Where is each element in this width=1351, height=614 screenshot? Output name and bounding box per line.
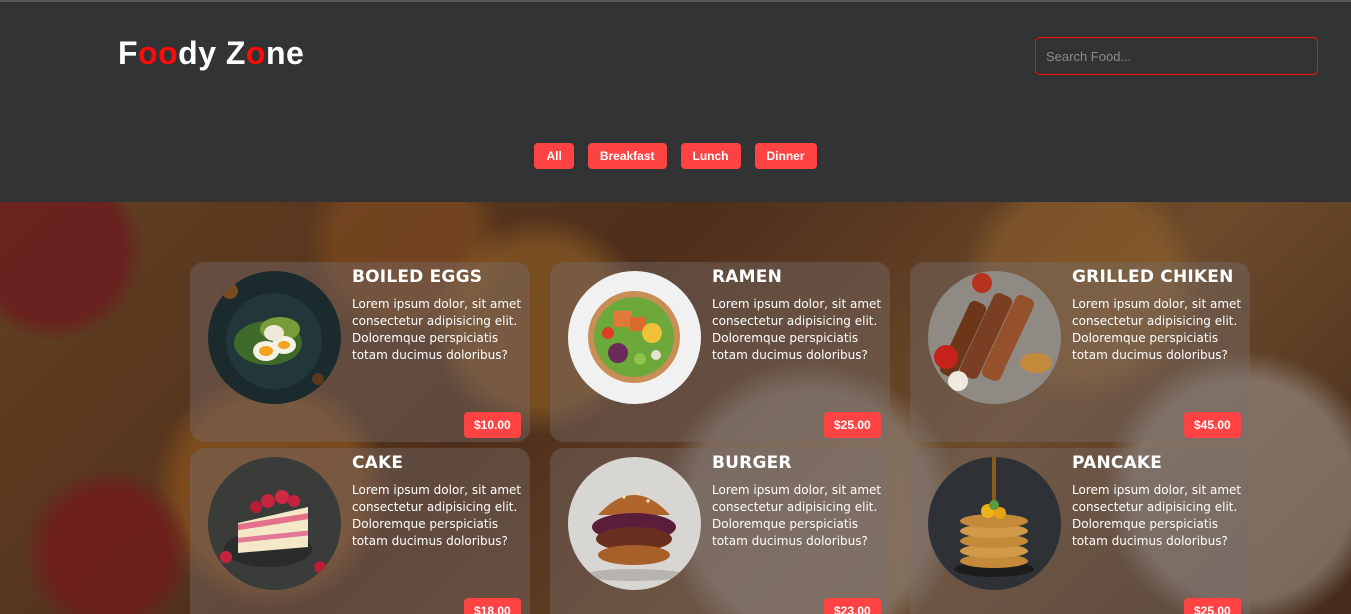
- search-input[interactable]: [1035, 37, 1318, 75]
- food-card: BOILED EGGS Lorem ipsum dolor, sit amet …: [190, 262, 530, 442]
- food-description: Lorem ipsum dolor, sit amet consectetur …: [712, 483, 882, 548]
- boiled-eggs-image: [208, 271, 341, 404]
- food-description: Lorem ipsum dolor, sit amet consectetur …: [1072, 483, 1242, 548]
- food-grid: BOILED EGGS Lorem ipsum dolor, sit amet …: [190, 262, 1250, 614]
- price-button[interactable]: $25.00: [824, 412, 881, 438]
- food-name: CAKE: [352, 453, 404, 473]
- logo-text-accent: oo: [138, 35, 179, 71]
- food-card: PANCAKE Lorem ipsum dolor, sit amet cons…: [910, 448, 1250, 614]
- food-description: Lorem ipsum dolor, sit amet consectetur …: [712, 297, 882, 362]
- food-description: Lorem ipsum dolor, sit amet consectetur …: [352, 483, 522, 548]
- food-name: BOILED EGGS: [352, 267, 483, 287]
- price-button[interactable]: $23.00: [824, 598, 881, 614]
- food-section: BOILED EGGS Lorem ipsum dolor, sit amet …: [0, 202, 1351, 614]
- food-description: Lorem ipsum dolor, sit amet consectetur …: [352, 297, 522, 362]
- filter-bar: All Breakfast Lunch Dinner: [0, 143, 1351, 169]
- food-card: GRILLED CHIKEN Lorem ipsum dolor, sit am…: [910, 262, 1250, 442]
- logo-text: F: [118, 35, 139, 71]
- food-name: GRILLED CHIKEN: [1072, 267, 1234, 287]
- price-button[interactable]: $25.00: [1184, 598, 1241, 614]
- logo-text-accent: o: [245, 35, 266, 71]
- food-name: BURGER: [712, 453, 792, 473]
- logo-text: ne: [265, 35, 305, 71]
- cake-image: [208, 457, 341, 590]
- site-header: Foody Zone All Breakfast Lunch Dinner: [0, 2, 1351, 202]
- logo: Foody Zone: [118, 35, 304, 72]
- food-name: RAMEN: [712, 267, 783, 287]
- food-card: RAMEN Lorem ipsum dolor, sit amet consec…: [550, 262, 890, 442]
- price-button[interactable]: $10.00: [464, 412, 521, 438]
- filter-dinner-button[interactable]: Dinner: [754, 143, 817, 169]
- price-button[interactable]: $45.00: [1184, 412, 1241, 438]
- ramen-image: [568, 271, 701, 404]
- food-name: PANCAKE: [1072, 453, 1163, 473]
- food-card: BURGER Lorem ipsum dolor, sit amet conse…: [550, 448, 890, 614]
- filter-lunch-button[interactable]: Lunch: [680, 143, 741, 169]
- logo-text: dy Z: [178, 35, 246, 71]
- burger-image: [568, 457, 701, 590]
- filter-all-button[interactable]: All: [534, 143, 574, 169]
- food-description: Lorem ipsum dolor, sit amet consectetur …: [1072, 297, 1242, 362]
- pancake-image: [928, 457, 1061, 590]
- price-button[interactable]: $18.00: [464, 598, 521, 614]
- grilled-chicken-image: [928, 271, 1061, 404]
- filter-breakfast-button[interactable]: Breakfast: [587, 143, 667, 169]
- food-card: CAKE Lorem ipsum dolor, sit amet consect…: [190, 448, 530, 614]
